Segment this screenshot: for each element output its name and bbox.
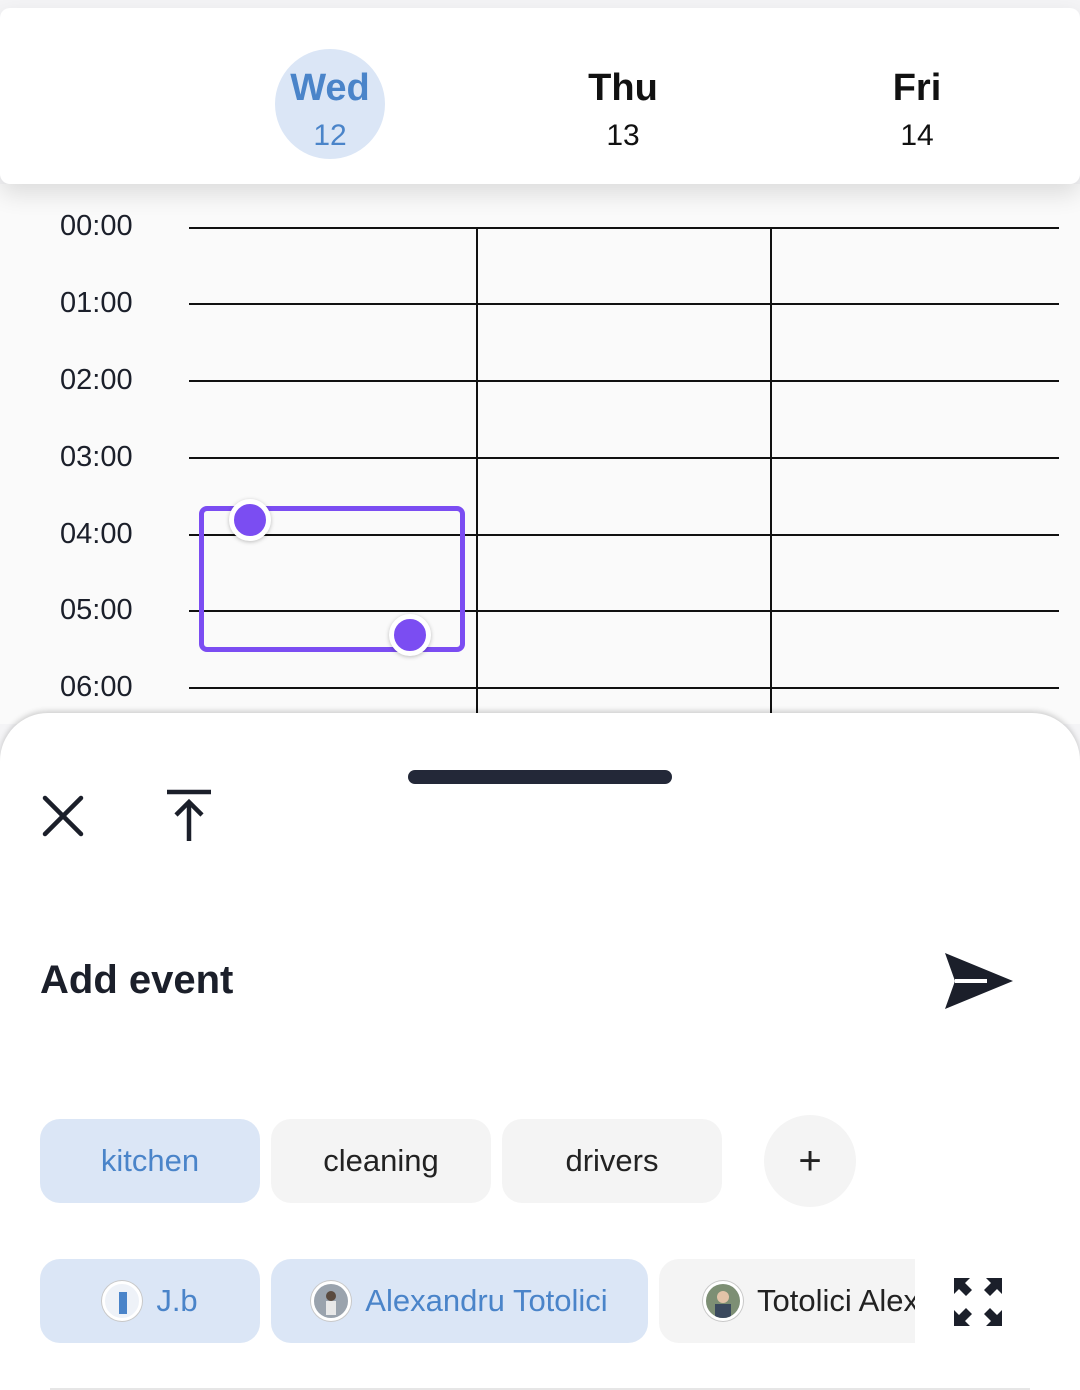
selection-end-handle[interactable]	[389, 614, 431, 656]
calendar-grid[interactable]: 00:00 01:00 02:00 03:00 04:00 05:00 06:0…	[0, 184, 1080, 727]
person-chip-alexandru-totolici[interactable]: Alexandru Totolici	[271, 1259, 648, 1343]
hour-gridline	[189, 457, 1059, 459]
day-number: 13	[606, 119, 640, 152]
chip-label: cleaning	[323, 1143, 439, 1178]
arrow-to-top-icon[interactable]	[164, 788, 214, 844]
person-chip-totolici-alex[interactable]: Totolici Alex	[659, 1259, 915, 1343]
add-category-button[interactable]: +	[764, 1115, 856, 1207]
hour-label: 01:00	[60, 287, 133, 319]
avatar	[102, 1281, 143, 1321]
day-wed[interactable]: Wed 12	[230, 8, 430, 184]
sheet-drag-handle[interactable]	[408, 770, 672, 784]
day-name: Fri	[892, 67, 942, 109]
category-chip-kitchen[interactable]: kitchen	[40, 1119, 260, 1203]
add-event-sheet: Add event kitchen cleaning drivers + J.b…	[0, 713, 1080, 1390]
plus-icon: +	[798, 1138, 822, 1183]
person-chip-jb[interactable]: J.b	[40, 1259, 260, 1343]
sheet-title: Add event	[40, 958, 234, 1002]
day-name: Wed	[290, 67, 370, 109]
avatar	[311, 1281, 352, 1321]
close-icon[interactable]	[40, 793, 86, 839]
hour-gridline	[189, 303, 1059, 305]
hour-label: 06:00	[60, 671, 133, 703]
chip-label: drivers	[565, 1143, 659, 1178]
hour-label: 00:00	[60, 210, 133, 242]
hour-label: 03:00	[60, 441, 133, 473]
hour-label: 02:00	[60, 364, 133, 396]
expand-icon[interactable]	[952, 1276, 1004, 1328]
avatar	[703, 1281, 743, 1321]
send-icon[interactable]	[943, 951, 1015, 1011]
hour-gridline	[189, 227, 1059, 229]
person-name: Totolici Alex	[757, 1283, 915, 1318]
day-thu[interactable]: Thu 13	[523, 8, 723, 184]
person-name: Alexandru Totolici	[365, 1283, 608, 1318]
day-divider	[476, 227, 478, 727]
hour-label: 05:00	[60, 594, 133, 626]
day-header: Wed 12 Thu 13 Fri 14	[0, 8, 1080, 184]
day-fri[interactable]: Fri 14	[817, 8, 1017, 184]
chip-label: kitchen	[100, 1143, 200, 1178]
day-number: 12	[313, 119, 347, 152]
day-divider	[770, 227, 772, 727]
selection-start-handle[interactable]	[229, 499, 271, 541]
category-chip-cleaning[interactable]: cleaning	[271, 1119, 491, 1203]
hour-label: 04:00	[60, 518, 133, 550]
day-name: Thu	[588, 67, 658, 109]
hour-gridline	[189, 380, 1059, 382]
day-number: 14	[900, 119, 934, 152]
category-chip-drivers[interactable]: drivers	[502, 1119, 722, 1203]
hour-gridline	[189, 687, 1059, 689]
person-name: J.b	[156, 1283, 198, 1318]
